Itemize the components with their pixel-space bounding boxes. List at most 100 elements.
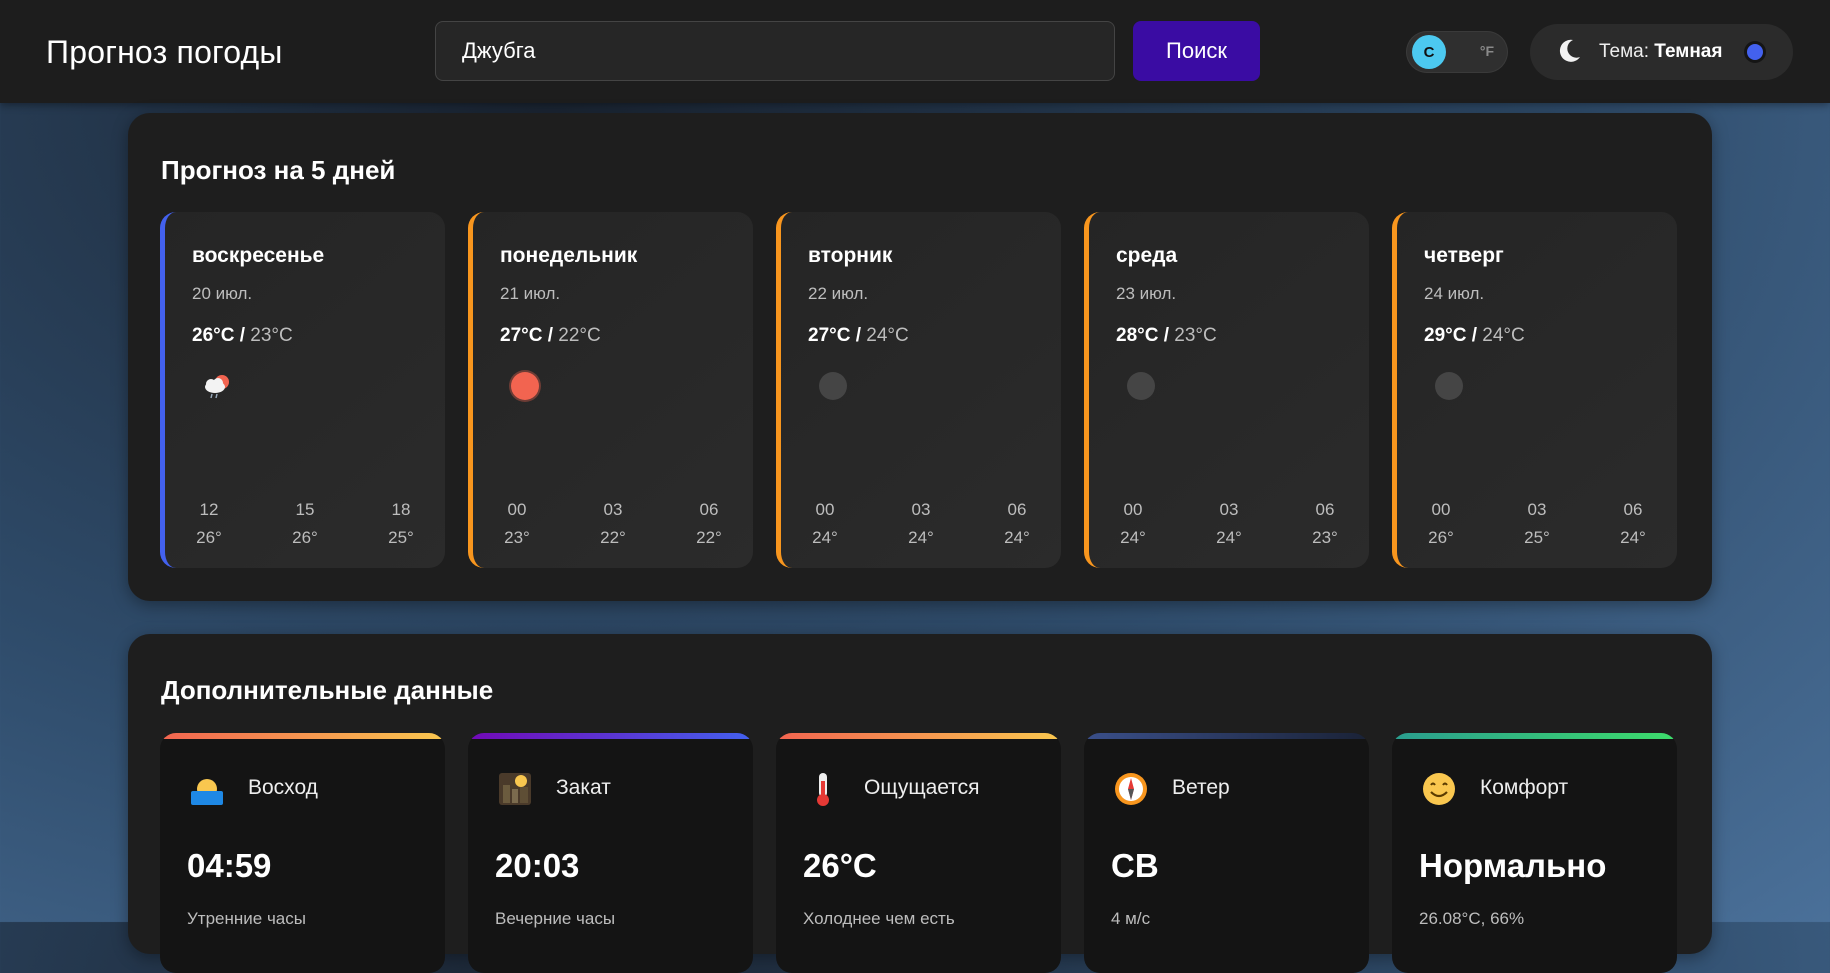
max-temp: 26°C: [192, 325, 235, 346]
day-name: среда: [1116, 244, 1178, 267]
card-subtext: 4 м/с: [1111, 909, 1151, 928]
clear-night-icon: [819, 372, 847, 400]
forecast-day-card[interactable]: вторник 22 июл. 27°C / 24°C 00 24° 03 24° …: [776, 212, 1061, 568]
wind-card: Ветер СВ 4 м/с: [1084, 733, 1369, 973]
max-temp: 27°C: [808, 325, 851, 346]
min-temp: 24°C: [1482, 325, 1525, 346]
hourly-item: 00 24°: [812, 500, 838, 547]
card-value: 26°C: [803, 847, 877, 884]
min-temp: 23°C: [250, 325, 293, 346]
hourly-item: 03 25°: [1524, 500, 1550, 547]
day-date: 20 июл.: [192, 284, 253, 303]
card-label: Ветер: [1172, 776, 1230, 799]
hourly-item: 18 25°: [388, 500, 414, 547]
card-value: Нормально: [1419, 847, 1607, 884]
hourly-forecast: 00 24° 03 24° 06 24°: [795, 496, 1047, 552]
card-value: 04:59: [187, 847, 272, 884]
max-temp: 27°C: [500, 325, 543, 346]
card-label: Восход: [248, 776, 318, 799]
feels-like-card: Ощущается 26°C Холоднее чем есть: [776, 733, 1061, 973]
min-temp: 22°C: [558, 325, 601, 346]
day-temperature-range: 27°C / 22°C: [500, 325, 601, 346]
hourly-item: 06 23°: [1312, 500, 1338, 547]
day-date: 23 июл.: [1116, 284, 1177, 303]
additional-data-panel: Дополнительные данные Восход 04:59 Утрен…: [128, 634, 1712, 973]
sunset-card: Закат 20:03 Вечерние часы: [468, 733, 753, 973]
hourly-item: 06 22°: [696, 500, 722, 547]
card-accent-bar: [160, 733, 445, 739]
card-label: Закат: [556, 776, 611, 799]
moon-icon: [1559, 39, 1580, 62]
card-value: СВ: [1111, 847, 1159, 884]
hourly-item: 06 24°: [1620, 500, 1646, 547]
day-temperature-range: 28°C / 23°C: [1116, 325, 1217, 346]
hourly-forecast: 12 26° 15 26° 18 25°: [179, 496, 431, 552]
hourly-item: 15 26°: [292, 500, 318, 547]
hourly-item: 03 22°: [600, 500, 626, 547]
card-subtext: 26.08°C, 66%: [1419, 909, 1525, 928]
day-date: 21 июл.: [500, 284, 561, 303]
clear-night-icon: [1127, 372, 1155, 400]
card-value: 20:03: [495, 847, 580, 884]
card-subtext: Холоднее чем есть: [803, 909, 955, 928]
card-subtext: Вечерние часы: [495, 909, 616, 928]
hourly-forecast: 00 26° 03 25° 06 24°: [1411, 496, 1663, 552]
theme-label: Тема: Темная: [1599, 41, 1722, 63]
forecast-day-card[interactable]: четверг 24 июл. 29°C / 24°C 00 26° 03 25° …: [1392, 212, 1677, 568]
card-subtext: Утренние часы: [187, 909, 306, 928]
day-date: 24 июл.: [1424, 284, 1485, 303]
min-temp: 24°C: [866, 325, 909, 346]
forecast-day-card[interactable]: среда 23 июл. 28°C / 23°C 00 24° 03 24° 06…: [1084, 212, 1369, 568]
app-title: Прогноз погоды: [46, 34, 283, 70]
sunrise-icon: [191, 779, 223, 805]
smile-icon: [1423, 773, 1455, 805]
card-accent-bar: [776, 733, 1061, 739]
thermometer-icon: [817, 773, 829, 806]
sun-icon: [511, 372, 539, 400]
search-button[interactable]: Поиск: [1133, 21, 1260, 81]
forecast-day-card[interactable]: понедельник 21 июл. 27°C / 22°C 00 23° 03…: [468, 212, 753, 568]
card-accent-bar: [468, 733, 753, 739]
forecast-title: Прогноз на 5 дней: [161, 155, 396, 185]
unit-toggle[interactable]: C °F: [1406, 31, 1508, 73]
day-temperature-range: 29°C / 24°C: [1424, 325, 1525, 346]
theme-prefix: Тема:: [1599, 41, 1650, 62]
sunset-icon: [499, 773, 531, 805]
min-temp: 23°C: [1174, 325, 1217, 346]
day-name: понедельник: [500, 244, 638, 267]
day-date: 22 июл.: [808, 284, 869, 303]
hourly-item: 12 26°: [196, 500, 222, 547]
unit-fahrenheit-option[interactable]: °F: [1480, 43, 1494, 59]
card-label: Ощущается: [864, 776, 980, 799]
hourly-item: 00 26°: [1428, 500, 1454, 547]
city-search-input[interactable]: [435, 21, 1115, 81]
clear-night-icon: [1435, 372, 1463, 400]
hourly-item: 03 24°: [908, 500, 934, 547]
sunrise-card: Восход 04:59 Утренние часы: [160, 733, 445, 973]
hourly-item: 03 24°: [1216, 500, 1242, 547]
compass-icon: [1115, 773, 1147, 805]
max-temp: 29°C: [1424, 325, 1467, 346]
max-temp: 28°C: [1116, 325, 1159, 346]
unit-celsius-option[interactable]: C: [1412, 35, 1446, 69]
day-temperature-range: 27°C / 24°C: [808, 325, 909, 346]
forecast-day-card[interactable]: воскресенье 20 июл. 26°C / 23°C 12 26° 15…: [160, 212, 445, 568]
day-name: вторник: [808, 244, 893, 267]
theme-toggle[interactable]: Тема: Темная: [1530, 24, 1793, 80]
additional-data-title: Дополнительные данные: [161, 675, 494, 705]
card-accent-bar: [1392, 733, 1677, 739]
day-name: четверг: [1424, 244, 1504, 267]
theme-switch-knob[interactable]: [1744, 41, 1766, 63]
hourly-item: 00 24°: [1120, 500, 1146, 547]
top-bar: Прогноз погоды Поиск C °F Тема: Темная: [0, 0, 1830, 103]
card-label: Комфорт: [1480, 776, 1569, 799]
hourly-item: 00 23°: [504, 500, 530, 547]
hourly-forecast: 00 23° 03 22° 06 22°: [487, 496, 739, 552]
theme-value: Темная: [1654, 41, 1723, 62]
hourly-item: 06 24°: [1004, 500, 1030, 547]
forecast-panel: Прогноз на 5 дней воскресенье 20 июл. 26…: [128, 113, 1712, 601]
comfort-card: Комфорт Нормально 26.08°C, 66%: [1392, 733, 1677, 973]
day-name: воскресенье: [192, 244, 325, 267]
card-accent-bar: [1084, 733, 1369, 739]
hourly-forecast: 00 24° 03 24° 06 23°: [1103, 496, 1355, 552]
